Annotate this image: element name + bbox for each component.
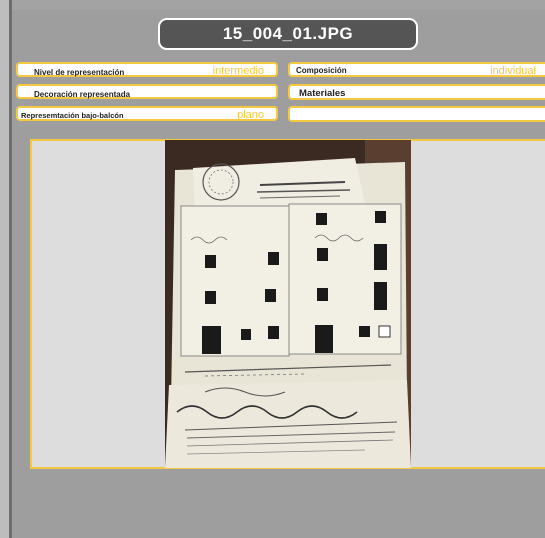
field-composicion[interactable]: Composición individual (288, 62, 545, 77)
field-value: intermedio (212, 65, 264, 77)
architectural-plan-photo[interactable] (165, 140, 411, 468)
field-label: Decoración representada (34, 90, 131, 99)
field-representacion-bajo-balcon[interactable]: Represemtación bajo-balcón plano (16, 106, 278, 121)
field-label: Represemtación bajo-balcón (21, 111, 124, 120)
field-nivel-representacion[interactable]: Nivel de representación intermedio (16, 62, 278, 77)
image-title: 15_004_01.JPG (158, 18, 418, 50)
field-value: plano (237, 109, 264, 121)
field-decoracion-representada[interactable]: Decoración representada (16, 84, 278, 99)
field-value: individual (490, 65, 536, 77)
plan-drawing (165, 140, 411, 468)
field-materiales[interactable]: Materiales (288, 84, 545, 100)
field-empty[interactable] (288, 106, 545, 122)
field-label: Nivel de representación (34, 68, 125, 77)
field-label: Materiales (299, 88, 346, 99)
left-sidebar-strip (0, 0, 9, 538)
field-label: Composición (296, 66, 347, 75)
